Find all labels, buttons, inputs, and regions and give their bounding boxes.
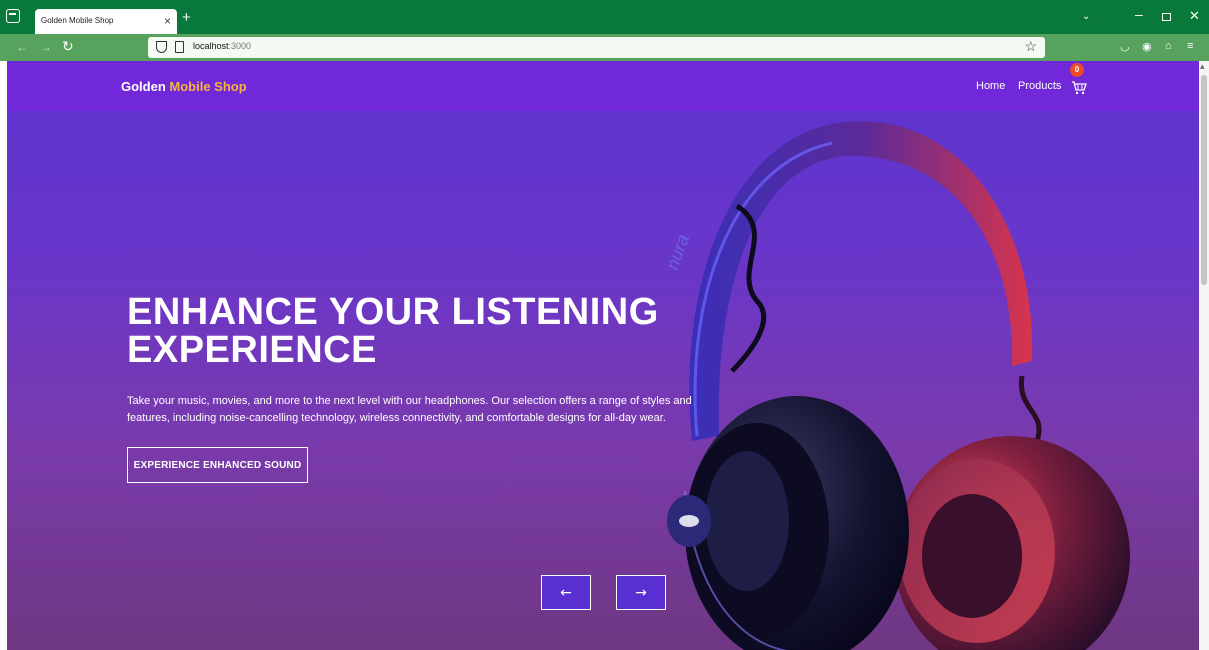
bookmark-star-icon[interactable]: ☆ — [1024, 38, 1037, 55]
browser-tab-bar: Golden Mobile Shop × + ⌄ – ✕ — [0, 0, 1209, 34]
brand-name-first: Golden — [121, 79, 166, 94]
brand-logo[interactable]: Golden Mobile Shop — [121, 79, 247, 94]
tab-title: Golden Mobile Shop — [41, 16, 114, 25]
window-minimize-icon[interactable]: – — [1135, 6, 1143, 22]
window-close-icon[interactable]: ✕ — [1189, 8, 1200, 24]
toolbar-extension-icons: ◡ ◉ ⌂ ≡ — [1120, 40, 1205, 56]
tab-close-icon[interactable]: × — [164, 13, 171, 29]
nav-products-link[interactable]: Products — [1018, 80, 1061, 92]
brand-name-second: Mobile Shop — [169, 79, 247, 94]
hero-title-line-2: EXPERIENCE — [127, 329, 377, 371]
account-icon[interactable]: ◉ — [1142, 40, 1152, 53]
cart-icon[interactable] — [1070, 76, 1088, 96]
tab-list-icon[interactable] — [6, 9, 20, 23]
slider-next-button[interactable]: → — [616, 575, 666, 610]
hero-title-line-1: ENHANCE YOUR LISTENING — [127, 291, 659, 333]
extensions-icon[interactable]: ⌂ — [1165, 40, 1172, 52]
menu-icon[interactable]: ≡ — [1187, 40, 1193, 52]
url-bar[interactable]: localhost:3000 ☆ — [148, 37, 1045, 58]
forward-arrow-icon[interactable]: → — [40, 40, 52, 54]
hero-description: Take your music, movies, and more to the… — [127, 395, 692, 424]
scrollbar-thumb[interactable] — [1201, 75, 1207, 285]
page-info-icon[interactable] — [175, 41, 184, 53]
cart-count-badge: 0 — [1070, 63, 1084, 77]
headphone-brand-text: nura — [662, 232, 693, 273]
list-all-tabs-icon[interactable]: ⌄ — [1082, 11, 1090, 22]
new-tab-button[interactable]: + — [182, 10, 191, 25]
reload-icon[interactable]: ↻ — [62, 38, 74, 55]
pocket-icon[interactable]: ◡ — [1120, 40, 1130, 53]
experience-sound-button[interactable]: EXPERIENCE ENHANCED SOUND — [127, 447, 308, 483]
tracking-shield-icon[interactable] — [156, 41, 167, 53]
hero-title: ENHANCE YOUR LISTENING EXPERIENCE — [127, 293, 767, 369]
headphones-image: nura — [662, 121, 1130, 650]
url-port: :3000 — [228, 41, 252, 51]
slider-prev-button[interactable]: ← — [541, 575, 591, 610]
page-viewport: Golden Mobile Shop Home Products 0 nura … — [7, 61, 1199, 650]
window-maximize-icon[interactable] — [1162, 13, 1171, 21]
site-header: Golden Mobile Shop Home Products 0 — [7, 61, 1199, 111]
back-arrow-icon[interactable]: ← — [16, 40, 28, 54]
page-scrollbar[interactable]: ▴ — [1199, 61, 1209, 650]
browser-tab[interactable]: Golden Mobile Shop × — [35, 9, 177, 34]
browser-toolbar: ← → ↻ localhost:3000 ☆ ◡ ◉ ⌂ ≡ — [0, 34, 1209, 61]
url-host: localhost — [193, 41, 229, 51]
scroll-up-arrow-icon[interactable]: ▴ — [1200, 61, 1205, 72]
url-text[interactable]: localhost:3000 — [193, 41, 251, 51]
nav-home-link[interactable]: Home — [976, 80, 1005, 92]
